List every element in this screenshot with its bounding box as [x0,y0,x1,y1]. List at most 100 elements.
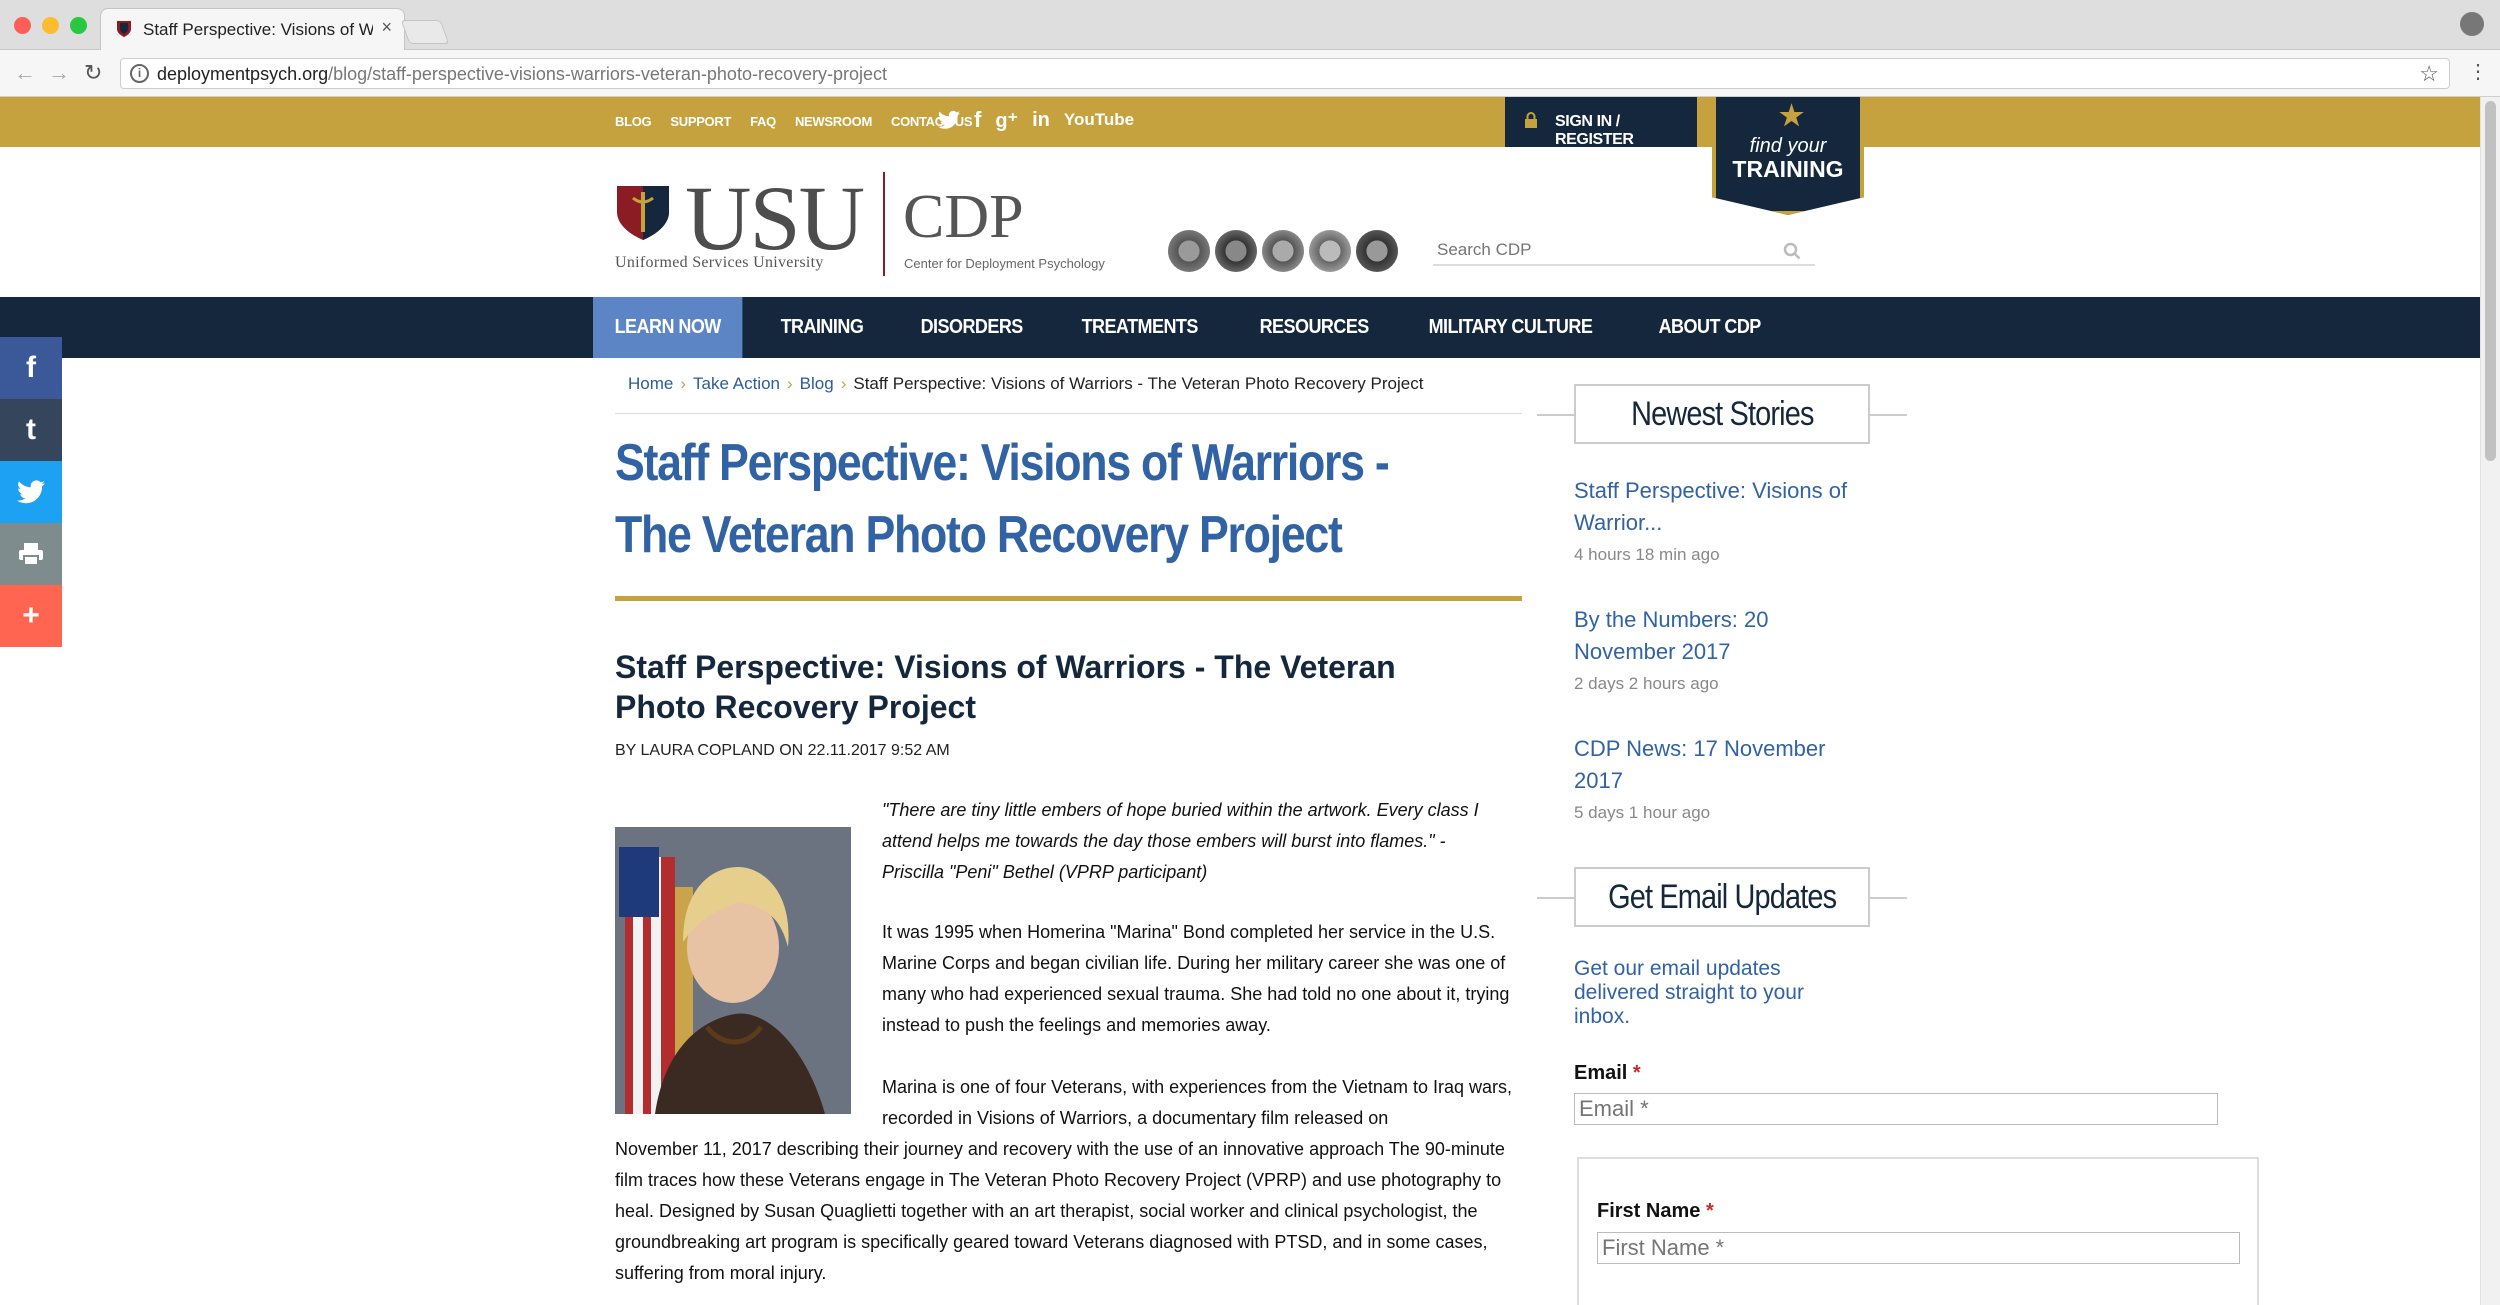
newest-stories-header: Newest Stories [1537,384,1907,444]
youtube-icon[interactable]: YouTube [1064,110,1134,130]
util-link-newsroom[interactable]: NEWSROOM [795,114,872,129]
nav-training[interactable]: TRAINING [759,297,885,358]
minimize-window-button[interactable] [42,17,59,34]
search-icon[interactable] [1783,242,1801,260]
nav-learn-now[interactable]: LEARN NOW [593,297,743,358]
util-link-support[interactable]: SUPPORT [670,114,731,129]
pull-quote: "There are tiny little embers of hope bu… [882,800,1479,882]
scrollbar-thumb[interactable] [2485,101,2496,461]
share-tumblr-icon[interactable]: t [0,399,62,461]
utility-bar: BLOG SUPPORT FAQ NEWSROOM CONTACT US f g… [0,97,2480,148]
navy-seal-icon [1215,230,1257,272]
web-page: BLOG SUPPORT FAQ NEWSROOM CONTACT US f g… [0,97,2480,1305]
search-input[interactable] [1437,240,1777,260]
first-name-field[interactable] [1597,1232,2240,1264]
browser-menu-icon[interactable]: ⋮ [2468,59,2488,84]
shield-favicon-icon [117,21,131,37]
email-updates-header: Get Email Updates [1537,867,1907,927]
training-star-icon: ★ [1779,100,1805,131]
forward-arrow-icon[interactable]: → [48,60,70,86]
breadcrumb-home[interactable]: Home [628,374,673,393]
lock-icon [1525,112,1537,128]
share-more-icon[interactable]: + [0,585,62,647]
air-force-seal-icon [1262,230,1304,272]
back-arrow-icon[interactable]: ← [14,60,36,86]
breadcrumb-current: Staff Perspective: Visions of Warriors -… [853,374,1424,393]
story-item[interactable]: By the Numbers: 20 November 2017 2 days … [1574,604,1864,694]
new-tab-button[interactable] [400,20,450,44]
nav-military-culture[interactable]: MILITARY CULTURE [1407,297,1614,358]
required-mark: * [1705,1200,1714,1222]
close-window-button[interactable] [14,17,31,34]
newest-stories-title-box: Newest Stories [1574,384,1870,444]
marine-corps-seal-icon [1309,230,1351,272]
page-scrollbar[interactable] [2480,97,2500,1305]
training-line1: find your [1749,135,1827,157]
util-link-faq[interactable]: FAQ [750,114,776,129]
first-name-label: First Name * [1597,1200,1714,1223]
newest-stories-title: Newest Stories [1630,395,1814,433]
tab-close-icon[interactable]: × [381,17,392,38]
sign-in-register-button[interactable]: SIGN IN / REGISTER [1505,97,1697,148]
site-info-icon[interactable]: i [130,64,149,83]
title-underline [615,596,1522,601]
utility-links: BLOG SUPPORT FAQ NEWSROOM CONTACT US [615,114,973,129]
story-time: 4 hours 18 min ago [1574,545,1720,564]
share-print-icon[interactable] [0,523,62,585]
share-twitter-icon[interactable] [0,461,62,523]
story-title[interactable]: CDP News: 17 November 2017 [1574,733,1864,797]
breadcrumb-separator: › [786,374,793,393]
breadcrumb-separator: › [840,374,847,393]
main-navigation: LEARN NOW TRAINING DISORDERS TREATMENTS … [0,297,2480,358]
url-domain: deploymentpsych.org [157,64,329,84]
sign-in-label: SIGN IN / REGISTER [1555,113,1634,148]
zoom-window-button[interactable] [70,17,87,34]
story-item[interactable]: CDP News: 17 November 2017 5 days 1 hour… [1574,733,1864,823]
address-bar[interactable]: i deploymentpsych.org/blog/staff-perspec… [120,58,2450,89]
email-label-text: Email [1574,1062,1628,1084]
nav-resources[interactable]: RESOURCES [1238,297,1390,358]
url-path: /blog/staff-perspective-visions-warriors… [328,64,887,84]
bookmark-star-icon[interactable]: ☆ [2419,61,2439,87]
email-updates-title-box: Get Email Updates [1574,867,1870,927]
name-fieldset [1577,1157,2259,1305]
share-sidebar: f t + [0,337,62,647]
story-title[interactable]: By the Numbers: 20 November 2017 [1574,604,1864,668]
nav-treatments[interactable]: TREATMENTS [1060,297,1219,358]
author-photo [615,827,851,1114]
share-facebook-icon[interactable]: f [0,337,62,399]
email-blurb: Get our email updates delivered straight… [1574,957,1804,1028]
cdp-subtitle: Center for Deployment Psychology [904,256,1105,271]
google-plus-icon[interactable]: g⁺ [995,108,1018,133]
facebook-icon[interactable]: f [974,107,981,133]
reload-icon[interactable]: ↻ [84,60,102,86]
profile-avatar-icon[interactable] [2460,12,2484,36]
breadcrumb-divider [615,413,1522,414]
browser-tab-active[interactable]: Staff Perspective: Visions of W × [100,8,405,50]
twitter-icon[interactable] [938,110,960,130]
nav-disorders[interactable]: DISORDERS [899,297,1044,358]
article-heading: Staff Perspective: Visions of Warriors -… [615,649,1396,725]
usu-shield-icon [617,186,669,240]
linkedin-icon[interactable]: in [1032,109,1050,132]
army-seal-icon [1168,230,1210,272]
browser-toolbar: ← → ↻ i deploymentpsych.org/blog/staff-p… [0,50,2500,97]
breadcrumb-blog[interactable]: Blog [800,374,834,393]
email-updates-title: Get Email Updates [1607,878,1837,916]
story-title[interactable]: Staff Perspective: Visions of Warrior... [1574,475,1864,539]
search-box [1433,236,1815,266]
email-field[interactable] [1574,1093,2218,1125]
story-time: 5 days 1 hour ago [1574,803,1711,822]
find-your-training-badge[interactable]: ★ find your TRAINING [1712,97,1864,215]
story-item[interactable]: Staff Perspective: Visions of Warrior...… [1574,475,1864,565]
nav-about-cdp[interactable]: ABOUT CDP [1637,297,1782,358]
cdp-wordmark: CDP [903,183,1024,251]
page-title: Staff Perspective: Visions of Warriors -… [615,434,1390,564]
util-link-blog[interactable]: BLOG [615,114,652,129]
required-mark: * [1632,1062,1641,1084]
usu-subtitle: Uniformed Services University [615,254,824,271]
breadcrumb: Home › Take Action › Blog › Staff Perspective:… [628,374,1423,394]
article-paragraph-2-start: Marina is one of four Veterans, with exp… [882,1077,1512,1128]
article-paragraph-2-continued: November 11, 2017 describing their journ… [615,1139,1505,1283]
breadcrumb-take-action[interactable]: Take Action [693,374,780,393]
